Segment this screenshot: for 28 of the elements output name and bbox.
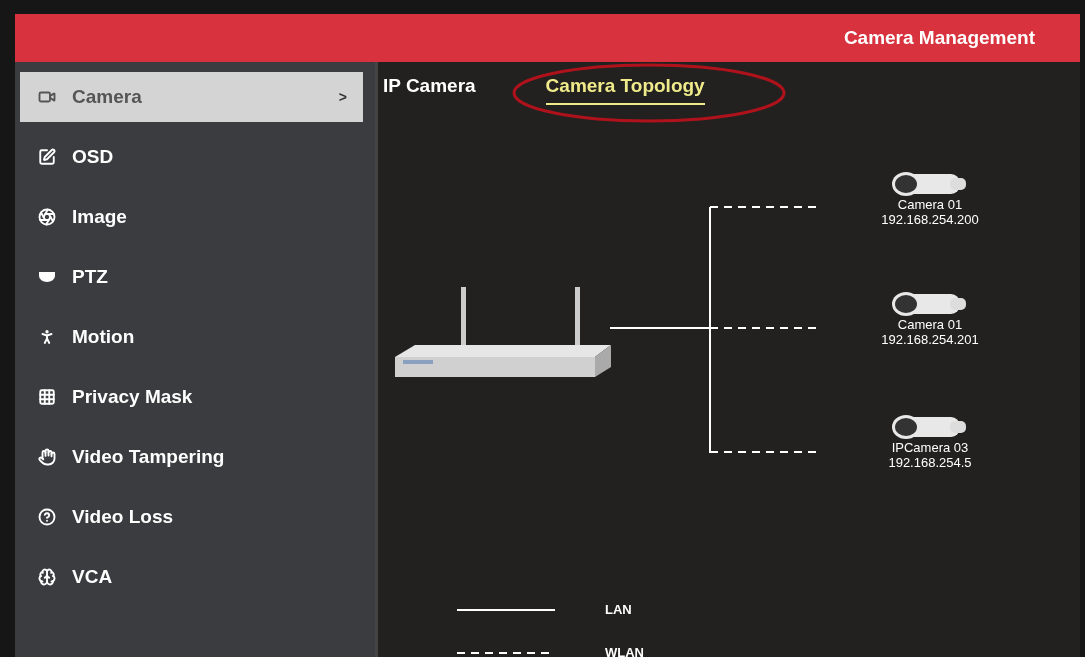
- sidebar-item[interactable]: OSD: [20, 132, 363, 182]
- grid-icon: [38, 388, 56, 406]
- sidebar-item[interactable]: PTZ: [20, 252, 363, 302]
- camera-ip: 192.168.254.5: [888, 455, 972, 471]
- sidebar-item[interactable]: Camera >: [20, 72, 363, 122]
- sidebar-item[interactable]: Image: [20, 192, 363, 242]
- sidebar-item[interactable]: Video Loss: [20, 492, 363, 542]
- camera-ip: 192.168.254.200: [881, 212, 979, 228]
- aperture-icon: [38, 208, 56, 226]
- camera-ip: 192.168.254.201: [881, 332, 979, 348]
- camera-name: Camera 01: [897, 318, 963, 332]
- sidebar-item[interactable]: Privacy Mask: [20, 372, 363, 422]
- sidebar-item[interactable]: VCA: [20, 552, 363, 602]
- camera-name: IPCamera 03: [891, 441, 969, 455]
- camera-name: Camera 01: [897, 198, 963, 212]
- sidebar-item[interactable]: Video Tampering: [20, 432, 363, 482]
- legend-label: LAN: [605, 601, 632, 619]
- legend-label: WLAN: [605, 644, 644, 657]
- sidebar-item[interactable]: Motion: [20, 312, 363, 362]
- edit-icon: [38, 148, 56, 166]
- dome-icon: [38, 271, 56, 283]
- solid-line-icon: [457, 607, 555, 612]
- question-icon: [38, 508, 56, 526]
- tab[interactable]: IP Camera: [383, 72, 476, 105]
- header-title: Camera Management: [843, 25, 1035, 50]
- chevron-icon: >: [338, 86, 347, 108]
- hand-icon: [38, 448, 56, 466]
- head-icon: [38, 568, 56, 586]
